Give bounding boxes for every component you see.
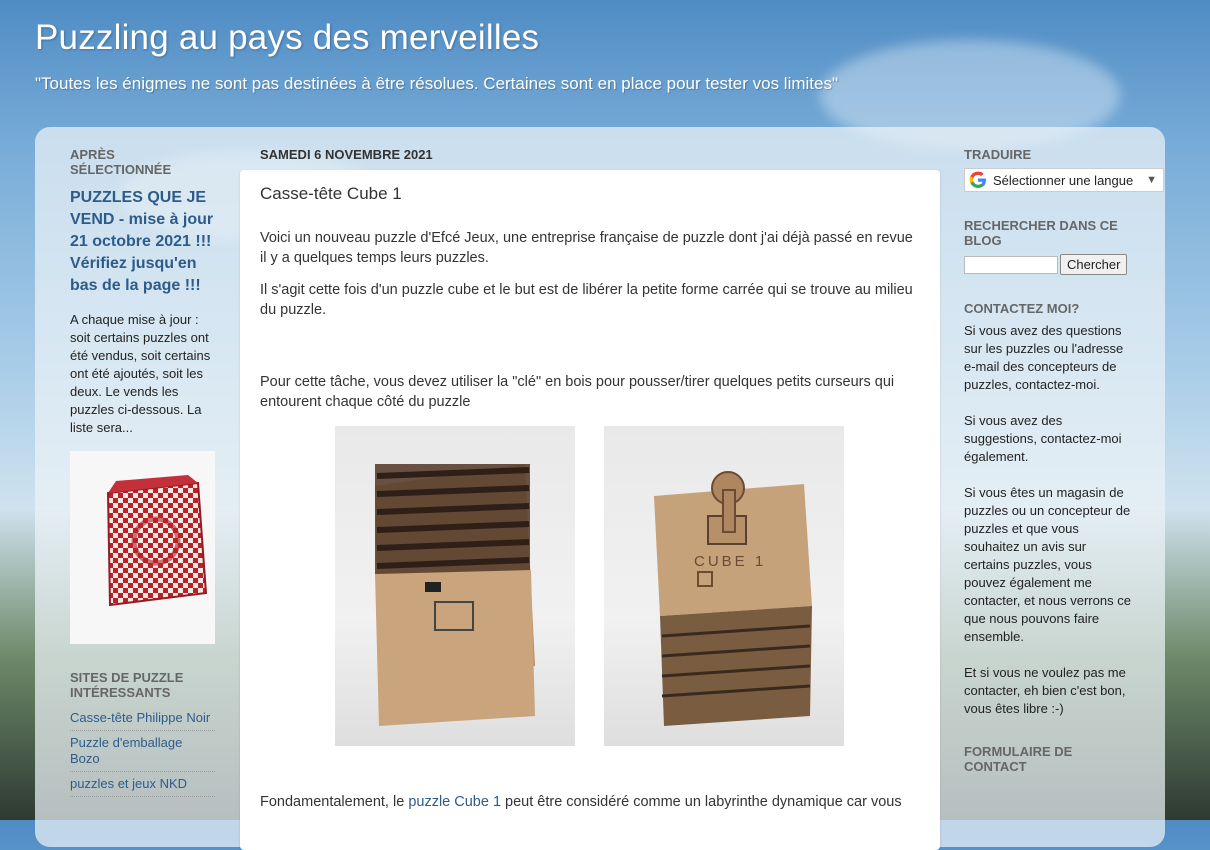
dropdown-arrow-icon: ▼ — [1146, 174, 1157, 186]
contact-paragraph: Si vous avez des questions sur les puzzl… — [964, 323, 1124, 392]
post-paragraph-final: Fondamentalement, le puzzle Cube 1 peut … — [260, 792, 920, 812]
featured-post-widget: APRÈS SÉLECTIONNÉE PUZZLES QUE JE VEND -… — [70, 147, 215, 644]
blog-post: Casse-tête Cube 1 Voici un nouveau puzzl… — [240, 170, 940, 850]
contact-form-heading: FORMULAIRE DE CONTACT — [964, 744, 1073, 774]
right-sidebar: TRADUIRE Sélectionner une langue ▼ RECHE… — [964, 147, 1164, 800]
checkered-cube-image — [106, 475, 208, 607]
translate-widget: TRADUIRE Sélectionner une langue ▼ — [964, 147, 1164, 192]
contact-widget: CONTACTEZ MOI? Si vous avez des question… — [964, 301, 1134, 718]
post-date: SAMEDI 6 NOVEMBRE 2021 — [260, 147, 433, 162]
featured-post-heading: APRÈS SÉLECTIONNÉE — [70, 147, 172, 177]
site-link[interactable]: Casse-tête Philippe Noir — [70, 706, 215, 731]
search-button[interactable]: Chercher — [1060, 254, 1128, 275]
post-photo-side-view[interactable] — [335, 426, 575, 746]
puzzle-sites-heading: SITES DE PUZZLE INTÉRESSANTS — [70, 670, 184, 700]
google-g-icon — [969, 171, 986, 188]
search-input[interactable] — [964, 255, 1058, 274]
site-link[interactable]: puzzles et jeux NKD — [70, 772, 215, 797]
contact-paragraph: Si vous êtes un magasin de puzzles ou un… — [964, 485, 1131, 644]
blog-title[interactable]: Puzzling au pays des merveilles — [35, 18, 1185, 58]
translate-heading: TRADUIRE — [964, 147, 1032, 162]
language-select-label: Sélectionner une langue — [993, 172, 1134, 188]
content-panel: APRÈS SÉLECTIONNÉE PUZZLES QUE JE VEND -… — [35, 127, 1165, 850]
contact-heading: CONTACTEZ MOI? — [964, 301, 1080, 316]
paragraph-text: peut être considéré comme un labyrinthe … — [501, 794, 902, 810]
post-paragraph: Voici un nouveau puzzle d'Efcé Jeux, une… — [260, 230, 913, 266]
contact-paragraph: Et si vous ne voulez pas me contacter, e… — [964, 665, 1126, 716]
contact-paragraph: Si vous avez des suggestions, contactez-… — [964, 413, 1122, 464]
contact-form-widget: FORMULAIRE DE CONTACT — [964, 744, 1134, 774]
puzzle-cube-link[interactable]: puzzle Cube 1 — [408, 794, 501, 810]
site-link[interactable]: Puzzle d'emballage Bozo — [70, 731, 215, 772]
blog-description: "Toutes les énigmes ne sont pas destinée… — [35, 74, 838, 93]
language-select[interactable]: Sélectionner une langue ▼ — [964, 168, 1164, 192]
wooden-cube-top-image: CUBE 1 — [654, 471, 812, 726]
puzzle-sites-list: Casse-tête Philippe Noir Puzzle d'emball… — [70, 706, 215, 797]
contact-text: Si vous avez des questions sur les puzzl… — [964, 322, 1134, 718]
cube-engraving-text: CUBE 1 — [694, 553, 766, 570]
featured-post-title[interactable]: PUZZLES QUE JE VEND - mise à jour 21 oct… — [70, 187, 215, 297]
post-paragraph: Pour cette tâche, vous devez utiliser la… — [260, 374, 895, 410]
search-heading: RECHERCHER DANS CE BLOG — [964, 218, 1118, 248]
search-widget: RECHERCHER DANS CE BLOG Chercher — [964, 218, 1134, 275]
left-sidebar: APRÈS SÉLECTIONNÉE PUZZLES QUE JE VEND -… — [70, 147, 215, 823]
post-title[interactable]: Casse-tête Cube 1 — [260, 184, 920, 204]
post-paragraph: Il s'agit cette fois d'un puzzle cube et… — [260, 282, 913, 318]
featured-post-snippet: A chaque mise à jour : soit certains puz… — [70, 312, 211, 435]
featured-post-image[interactable] — [70, 451, 215, 644]
puzzle-sites-widget: SITES DE PUZZLE INTÉRESSANTS Casse-tête … — [70, 670, 215, 797]
post-photo-top-view[interactable]: CUBE 1 — [604, 426, 844, 746]
post-photos: CUBE 1 — [260, 426, 920, 746]
main-column: SAMEDI 6 NOVEMBRE 2021 Casse-tête Cube 1… — [240, 147, 940, 850]
search-row: Chercher — [964, 254, 1134, 275]
paragraph-text: Fondamentalement, le — [260, 794, 409, 810]
blog-header: Puzzling au pays des merveilles "Toutes … — [35, 18, 1185, 94]
wooden-cube-side-image — [375, 464, 535, 726]
